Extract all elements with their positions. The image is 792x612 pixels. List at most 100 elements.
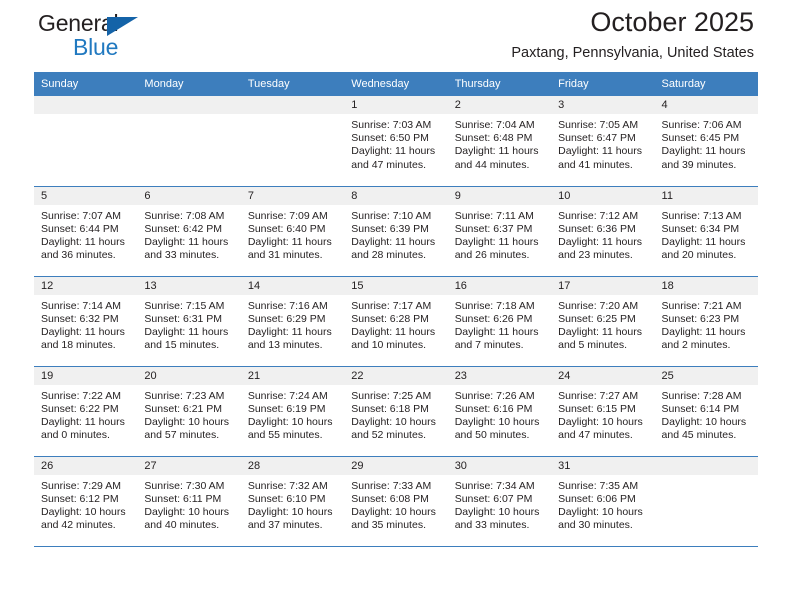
sunrise-text: Sunrise: 7:10 AM (351, 209, 432, 222)
sunset-text: Sunset: 6:19 PM (247, 402, 326, 415)
page-title: October 2025 (590, 7, 754, 37)
calendar-day-cell[interactable]: 26 Sunrise: 7:29 AM Sunset: 6:12 PM Dayligh… (34, 455, 138, 546)
daylight-text-line1: Daylight: 10 hours (558, 415, 643, 428)
day-number: 24 (551, 366, 655, 385)
sunset-text: Sunset: 6:26 PM (454, 312, 533, 325)
calendar-day-cell[interactable]: 16 Sunrise: 7:18 AM Sunset: 6:26 PM Dayligh… (447, 275, 552, 366)
daylight-text-line1: Daylight: 11 hours (558, 325, 642, 338)
day-details: Sunrise: 7:04 AM Sunset: 6:48 PM Daylight:… (448, 114, 551, 172)
day-number (654, 456, 758, 475)
calendar-day-cell[interactable]: 20 Sunrise: 7:23 AM Sunset: 6:21 PM Dayligh… (137, 365, 241, 456)
day-details: Sunrise: 7:14 AM Sunset: 6:32 PM Daylight:… (34, 295, 137, 353)
calendar-day-cell[interactable]: 4 Sunrise: 7:06 AM Sunset: 6:45 PM Daylight… (654, 96, 758, 186)
day-details: Sunrise: 7:22 AM Sunset: 6:22 PM Daylight:… (34, 385, 137, 443)
calendar-day-cell[interactable]: 27 Sunrise: 7:30 AM Sunset: 6:11 PM Dayligh… (137, 455, 241, 546)
daylight-text-line2: and 2 minutes. (661, 339, 731, 352)
daylight-text-line1: Daylight: 11 hours (144, 325, 229, 338)
sunset-text: Sunset: 6:36 PM (558, 222, 636, 235)
day-number: 23 (447, 366, 552, 385)
daylight-text-line1: Daylight: 11 hours (558, 145, 642, 158)
day-details: Sunrise: 7:25 AM Sunset: 6:18 PM Daylight:… (344, 385, 447, 443)
day-number: 16 (447, 276, 552, 295)
calendar-day-cell[interactable]: 9 Sunrise: 7:11 AM Sunset: 6:37 PM Daylight… (447, 185, 552, 276)
calendar-day-cell[interactable]: 14 Sunrise: 7:16 AM Sunset: 6:29 PM Dayligh… (240, 275, 345, 366)
calendar-day-cell[interactable]: 29 Sunrise: 7:33 AM Sunset: 6:08 PM Dayligh… (344, 455, 448, 546)
day-details: Sunrise: 7:30 AM Sunset: 6:11 PM Daylight:… (137, 475, 240, 533)
daylight-text-line1: Daylight: 11 hours (41, 325, 125, 338)
sunrise-text: Sunrise: 7:26 AM (454, 389, 535, 402)
daylight-text-line2: and 37 minutes. (247, 519, 323, 532)
calendar-day-cell[interactable]: 30 Sunrise: 7:34 AM Sunset: 6:07 PM Dayligh… (447, 455, 552, 546)
sunset-text: Sunset: 6:06 PM (558, 492, 636, 505)
sunset-text: Sunset: 6:16 PM (454, 402, 533, 415)
sunset-text: Sunset: 6:47 PM (558, 132, 636, 145)
calendar-day-cell[interactable]: 23 Sunrise: 7:26 AM Sunset: 6:16 PM Dayligh… (447, 365, 552, 456)
daylight-text-line2: and 23 minutes. (558, 249, 633, 262)
calendar-day-cell[interactable]: 15 Sunrise: 7:17 AM Sunset: 6:28 PM Dayligh… (344, 275, 448, 366)
calendar-day-cell[interactable]: 19 Sunrise: 7:22 AM Sunset: 6:22 PM Dayligh… (34, 365, 138, 456)
day-number: 3 (551, 96, 655, 114)
weekday-header-sunday: Sunday (34, 72, 138, 96)
calendar-day-cell[interactable]: 12 Sunrise: 7:14 AM Sunset: 6:32 PM Dayligh… (34, 275, 138, 366)
calendar-day-cell[interactable]: 17 Sunrise: 7:20 AM Sunset: 6:25 PM Dayligh… (551, 275, 655, 366)
calendar-day-cell[interactable]: 31 Sunrise: 7:35 AM Sunset: 6:06 PM Dayligh… (551, 455, 655, 546)
day-details: Sunrise: 7:35 AM Sunset: 6:06 PM Daylight:… (551, 475, 654, 533)
calendar-day-cell[interactable]: 1 Sunrise: 7:03 AM Sunset: 6:50 PM Daylight… (344, 96, 448, 186)
day-details: Sunrise: 7:18 AM Sunset: 6:26 PM Daylight:… (448, 295, 551, 353)
daylight-text-line1: Daylight: 11 hours (661, 325, 746, 338)
sunrise-text: Sunrise: 7:16 AM (247, 299, 328, 312)
daylight-text-line2: and 39 minutes. (661, 158, 737, 171)
sunrise-text: Sunrise: 7:25 AM (351, 389, 432, 402)
calendar-day-cell[interactable]: 22 Sunrise: 7:25 AM Sunset: 6:18 PM Dayligh… (344, 365, 448, 456)
daylight-text-line1: Daylight: 11 hours (41, 415, 125, 428)
logo-triangle-icon (107, 17, 138, 36)
calendar-day-cell[interactable]: 24 Sunrise: 7:27 AM Sunset: 6:15 PM Dayligh… (551, 365, 655, 456)
calendar-day-cell[interactable]: 21 Sunrise: 7:24 AM Sunset: 6:19 PM Dayligh… (240, 365, 345, 456)
daylight-text-line2: and 5 minutes. (558, 339, 627, 352)
daylight-text-line2: and 55 minutes. (247, 429, 323, 442)
day-details: Sunrise: 7:32 AM Sunset: 6:10 PM Daylight:… (241, 475, 344, 533)
calendar-day-cell[interactable]: 18 Sunrise: 7:21 AM Sunset: 6:23 PM Dayligh… (654, 275, 758, 366)
sunrise-sunset-calendar: Sunday Monday Tuesday Wednesday Thursday… (34, 72, 758, 546)
sunset-text: Sunset: 6:21 PM (144, 402, 223, 415)
calendar-day-cell[interactable]: 5 Sunrise: 7:07 AM Sunset: 6:44 PM Daylight… (34, 185, 138, 276)
calendar-day-cell[interactable]: 28 Sunrise: 7:32 AM Sunset: 6:10 PM Dayligh… (240, 455, 345, 546)
calendar-day-cell[interactable]: 13 Sunrise: 7:15 AM Sunset: 6:31 PM Dayligh… (137, 275, 241, 366)
calendar-week-row: 12 Sunrise: 7:14 AM Sunset: 6:32 PM Dayligh… (34, 275, 758, 366)
calendar-day-cell[interactable]: 3 Sunrise: 7:05 AM Sunset: 6:47 PM Daylight… (551, 96, 655, 186)
sunset-text: Sunset: 6:25 PM (558, 312, 636, 325)
calendar-day-cell[interactable]: 8 Sunrise: 7:10 AM Sunset: 6:39 PM Daylight… (344, 185, 448, 276)
weekday-header-wednesday: Wednesday (344, 72, 448, 96)
calendar-day-cell[interactable]: 7 Sunrise: 7:09 AM Sunset: 6:40 PM Daylight… (240, 185, 345, 276)
calendar-day-cell[interactable]: 11 Sunrise: 7:13 AM Sunset: 6:34 PM Dayligh… (654, 185, 758, 276)
calendar-page: General Blue October 2025 Paxtang, Penns… (0, 0, 792, 612)
day-number: 11 (654, 186, 758, 205)
sunrise-text: Sunrise: 7:29 AM (41, 479, 121, 492)
calendar-day-cell[interactable]: 2 Sunrise: 7:04 AM Sunset: 6:48 PM Daylight… (447, 96, 552, 186)
daylight-text-line2: and 52 minutes. (351, 429, 426, 442)
calendar-body: 1 Sunrise: 7:03 AM Sunset: 6:50 PM Daylight… (34, 96, 758, 546)
sunset-text: Sunset: 6:11 PM (144, 492, 222, 505)
sunset-text: Sunset: 6:44 PM (41, 222, 119, 235)
general-blue-logo[interactable]: General Blue (38, 12, 188, 64)
calendar-day-cell[interactable]: 10 Sunrise: 7:12 AM Sunset: 6:36 PM Dayligh… (551, 185, 655, 276)
daylight-text-line2: and 31 minutes. (247, 249, 323, 262)
sunset-text: Sunset: 6:15 PM (558, 402, 636, 415)
calendar-day-cell[interactable]: 6 Sunrise: 7:08 AM Sunset: 6:42 PM Daylight… (137, 185, 241, 276)
calendar-day-cell[interactable]: 25 Sunrise: 7:28 AM Sunset: 6:14 PM Dayligh… (654, 365, 758, 456)
day-details: Sunrise: 7:08 AM Sunset: 6:42 PM Daylight:… (137, 205, 240, 263)
sunrise-text: Sunrise: 7:03 AM (351, 119, 432, 131)
sunset-text: Sunset: 6:10 PM (247, 492, 326, 505)
sunset-text: Sunset: 6:45 PM (661, 132, 740, 145)
daylight-text-line1: Daylight: 11 hours (454, 145, 539, 158)
day-details: Sunrise: 7:05 AM Sunset: 6:47 PM Daylight:… (551, 114, 654, 172)
calendar-week-row: 5 Sunrise: 7:07 AM Sunset: 6:44 PM Daylight… (34, 185, 758, 276)
daylight-text-line1: Daylight: 10 hours (661, 415, 747, 428)
day-number: 21 (240, 366, 345, 385)
sunset-text: Sunset: 6:28 PM (351, 312, 429, 325)
sunrise-text: Sunrise: 7:22 AM (41, 389, 121, 402)
daylight-text-line1: Daylight: 11 hours (247, 325, 332, 338)
day-details: Sunrise: 7:11 AM Sunset: 6:37 PM Daylight:… (448, 205, 551, 263)
daylight-text-line2: and 13 minutes. (247, 339, 323, 352)
daylight-text-line1: Daylight: 10 hours (351, 505, 436, 518)
